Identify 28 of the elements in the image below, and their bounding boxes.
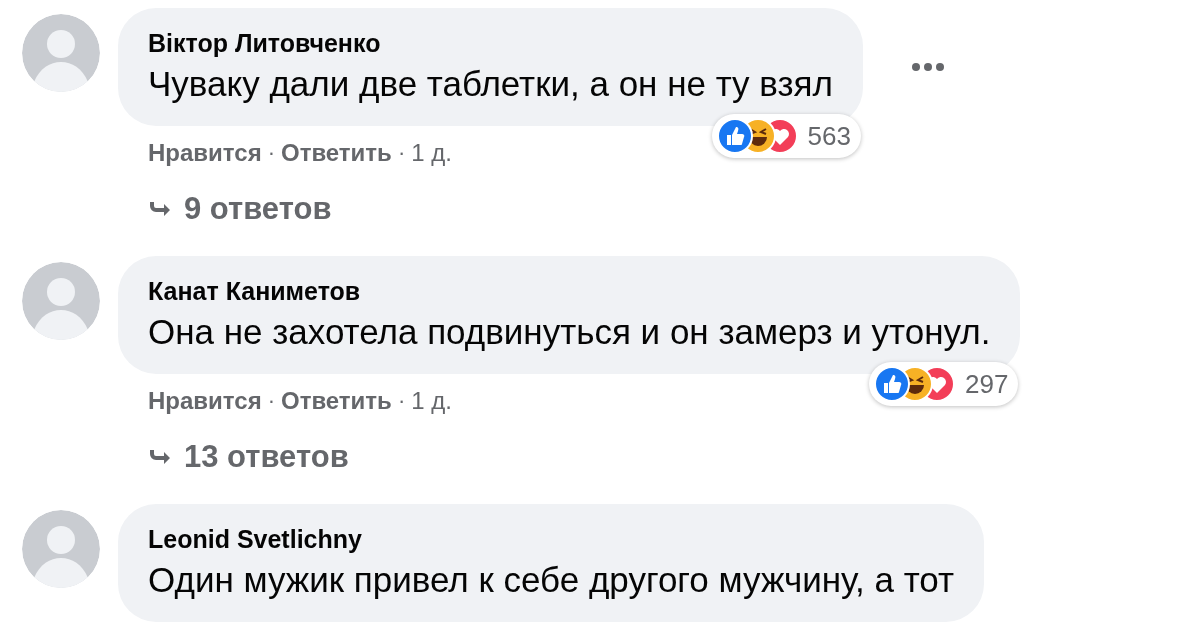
comment-time[interactable]: 1 д. [411,386,452,416]
reactions-badge[interactable]: 297 [869,362,1019,406]
view-replies-button[interactable]: 9 ответов [118,190,332,228]
more-options-icon[interactable] [910,62,945,72]
comment-time[interactable]: 1 д. [411,138,452,168]
reaction-count: 563 [807,120,851,153]
separator-dot: · [397,387,406,415]
view-replies-button[interactable]: 13 ответов [118,438,349,476]
reply-arrow-icon [148,200,170,218]
reply-arrow-icon [148,448,170,466]
author-name[interactable]: Віктор Литовченко [148,28,833,58]
author-name[interactable]: Канат Каниметов [148,276,991,306]
avatar[interactable] [22,262,100,340]
separator-dot: · [267,387,275,415]
reply-link[interactable]: Ответить [280,386,392,416]
comment-text: Один мужик привел к себе другого мужчину, а тот [148,560,955,600]
separator-dot: · [267,139,275,167]
separator-dot: · [397,139,406,167]
comment-text: Чуваку дали две таблетки, а он не ту взял [148,64,833,104]
reaction-count: 297 [965,368,1009,401]
reply-link[interactable]: Ответить [280,138,392,168]
avatar[interactable] [22,14,100,92]
author-name[interactable]: Leonid Svetlichny [148,524,955,554]
comment-text: Она не захотела подвинуться и он замерз и утонул. [148,312,991,352]
reactions-badge[interactable]: 563 [711,114,861,158]
like-link[interactable]: Нравится [148,138,262,168]
avatar[interactable] [22,510,100,588]
like-link[interactable]: Нравится [148,386,262,416]
